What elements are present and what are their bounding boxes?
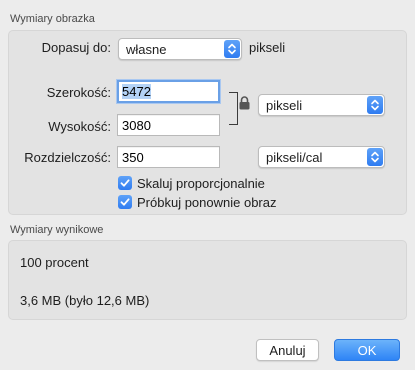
chevron-up-down-icon	[367, 148, 383, 166]
image-dimensions-title: Wymiary obrazka	[10, 13, 95, 25]
chevron-up-down-icon	[367, 96, 383, 114]
width-field-value: 5472	[122, 84, 151, 99]
fit-popup-value: własne	[126, 42, 167, 57]
resample-checkbox[interactable]	[118, 195, 132, 209]
result-dimensions-group	[8, 240, 407, 320]
fit-unit-label: pikseli	[249, 40, 286, 55]
fit-label: Dopasuj do:	[41, 40, 111, 55]
chevron-up-down-icon	[224, 40, 240, 58]
fit-popup[interactable]: własne	[118, 38, 242, 60]
height-field[interactable]: 3080	[117, 114, 220, 136]
checkmark-icon	[120, 179, 130, 187]
result-percent: 100 procent	[20, 255, 89, 270]
cancel-button[interactable]: Anuluj	[256, 339, 319, 361]
scale-proportionally-label[interactable]: Skaluj proporcjonalnie	[137, 176, 265, 191]
resolution-unit-popup-value: pikseli/cal	[266, 150, 323, 165]
resolution-field-value: 350	[122, 150, 144, 165]
scale-proportionally-checkbox[interactable]	[118, 176, 132, 190]
resolution-field[interactable]: 350	[117, 146, 220, 168]
result-file-size: 3,6 MB (było 12,6 MB)	[20, 293, 150, 308]
width-field[interactable]: 5472	[117, 80, 220, 103]
width-label: Szerokość:	[46, 85, 111, 100]
lock-icon[interactable]	[239, 96, 250, 113]
resolution-label: Rozdzielczość:	[24, 150, 111, 165]
height-field-value: 3080	[122, 118, 151, 133]
resample-label[interactable]: Próbkuj ponownie obraz	[137, 195, 276, 210]
ok-button[interactable]: OK	[334, 339, 400, 361]
proportion-bracket	[229, 92, 238, 125]
checkmark-icon	[120, 198, 130, 206]
size-unit-popup-value: pikseli	[266, 98, 303, 113]
height-label: Wysokość:	[48, 119, 111, 134]
resolution-unit-popup[interactable]: pikseli/cal	[258, 146, 385, 168]
size-unit-popup[interactable]: pikseli	[258, 94, 385, 116]
result-dimensions-title: Wymiary wynikowe	[10, 224, 104, 236]
